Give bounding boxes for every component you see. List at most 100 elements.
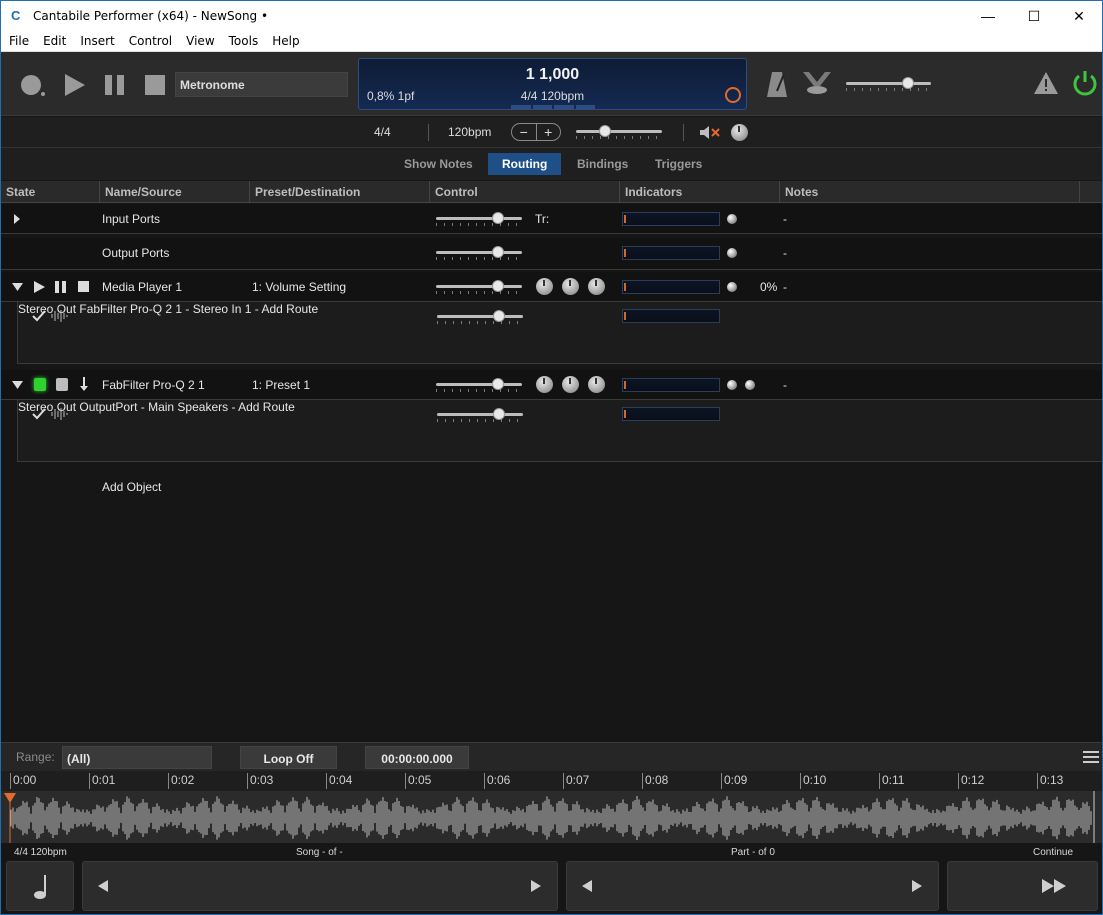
plugin-active-led[interactable] [34,378,46,391]
timeline-ruler[interactable]: 0:00 0:01 0:02 0:03 0:04 0:05 0:06 0:07 … [1,771,1102,791]
mp-pause-icon[interactable] [55,281,67,293]
menu-edit[interactable]: Edit [35,34,72,48]
playhead-marker[interactable] [4,793,16,803]
menu-insert[interactable]: Insert [72,34,120,48]
tempo-decrease-button[interactable]: − [512,124,537,140]
output-ports-notes[interactable]: - [783,246,787,260]
mp-knob-1[interactable] [536,278,553,295]
pause-icon[interactable] [102,72,128,98]
ff-stereo-out-dest[interactable]: OutputPort - Main Speakers [79,400,228,414]
column-name-source[interactable]: Name/Source [100,181,250,203]
mp-play-icon[interactable] [33,281,45,293]
fabfilter-preset[interactable]: 1: Preset 1 [252,378,310,392]
output-ports-gain-knob[interactable] [492,246,504,258]
tempo-slider[interactable] [576,125,662,139]
close-button[interactable]: ✕ [1056,1,1102,31]
mp-stereo-out-notes[interactable]: - [255,302,259,316]
tab-routing[interactable]: Routing [488,153,562,175]
waveform-view[interactable] [1,791,1102,843]
tab-show-notes[interactable]: Show Notes [390,153,487,175]
check-icon[interactable] [32,408,46,420]
power-icon[interactable] [1071,69,1099,97]
input-ports-row[interactable]: Input Ports Tr: - [1,204,1102,234]
media-player-row[interactable]: Media Player 1 1: Volume Setting 0% - [1,272,1102,302]
fabfilter-gain-slider[interactable] [436,378,522,392]
continue-button[interactable] [947,861,1098,911]
ff-knob-3[interactable] [588,376,605,393]
sync-icon[interactable] [725,87,741,103]
menu-file[interactable]: File [1,34,35,48]
ff-add-route[interactable]: Add Route [238,400,295,414]
stop-icon[interactable] [142,72,168,98]
tempo-slider-knob[interactable] [599,125,611,137]
media-player-gain-slider[interactable] [436,280,522,294]
media-player-name[interactable]: Media Player 1 [102,280,182,294]
menu-view[interactable]: View [178,34,220,48]
menu-tools[interactable]: Tools [221,34,265,48]
input-ports-gain-knob[interactable] [492,212,504,224]
note-button[interactable] [6,861,74,911]
mp-stereo-out-dest[interactable]: FabFilter Pro-Q 2 1 - Stereo In 1 [79,302,251,316]
column-preset-destination[interactable]: Preset/Destination [250,181,430,203]
menu-control[interactable]: Control [121,34,178,48]
master-volume-knob[interactable] [902,77,914,89]
media-player-preset[interactable]: 1: Volume Setting [252,280,346,294]
mp-stop-icon[interactable] [78,281,90,293]
mp-knob-2[interactable] [562,278,579,295]
input-ports-notes[interactable]: - [783,212,787,226]
mp-add-route[interactable]: Add Route [261,302,318,316]
column-state[interactable]: State [1,181,100,203]
column-control[interactable]: Control [430,181,620,203]
collapse-icon[interactable] [12,381,23,389]
time-display[interactable]: 00:00:00.000 [365,746,469,769]
input-ports-gain-slider[interactable] [436,212,522,226]
time-signature[interactable]: 4/4 [374,125,391,139]
plugin-bypass-icon[interactable] [56,378,68,391]
mp-route-gain-knob[interactable] [493,310,505,322]
spotlight-icon[interactable] [803,70,831,96]
mp-knob-3[interactable] [588,278,605,295]
tab-bindings[interactable]: Bindings [563,153,642,175]
next-song-icon[interactable] [531,880,541,892]
fabfilter-notes[interactable]: - [783,378,787,392]
ff-knob-1[interactable] [536,376,553,393]
fabfilter-row[interactable]: FabFilter Pro-Q 2 1 1: Preset 1 - [1,370,1102,400]
media-player-notes[interactable]: - [783,280,787,294]
mute-icon[interactable] [699,124,721,141]
tempo-stepper[interactable]: − + [511,123,561,141]
loop-button[interactable]: Loop Off [240,746,337,769]
output-ports-row[interactable]: Output Ports - [1,238,1102,270]
check-icon[interactable] [32,310,46,322]
minimize-button[interactable]: — [965,1,1011,31]
input-ports-transpose[interactable]: Tr: [535,212,549,226]
master-volume-slider[interactable] [846,77,931,91]
prev-part-icon[interactable] [582,880,592,892]
media-player-gain-knob[interactable] [492,280,504,292]
ff-route-gain-knob[interactable] [493,408,505,420]
metronome-icon[interactable] [766,69,788,99]
click-volume-knob[interactable] [731,124,748,141]
record-icon[interactable] [20,72,46,98]
warning-icon[interactable] [1033,71,1059,95]
ff-route-gain-slider[interactable] [437,408,523,422]
tempo-bpm[interactable]: 120bpm [448,125,491,139]
collapse-icon[interactable] [12,283,23,291]
play-icon[interactable] [62,72,88,98]
column-notes[interactable]: Notes [780,181,1080,203]
menu-help[interactable]: Help [264,34,305,48]
column-indicators[interactable]: Indicators [620,181,780,203]
ff-stereo-out-notes[interactable]: - [231,400,235,414]
fabfilter-name[interactable]: FabFilter Pro-Q 2 1 [102,378,205,392]
maximize-button[interactable]: ☐ [1011,1,1057,31]
tempo-increase-button[interactable]: + [537,124,561,140]
prev-song-icon[interactable] [98,880,108,892]
fabfilter-gain-knob[interactable] [492,378,504,390]
next-part-icon[interactable] [912,880,922,892]
metronome-field[interactable]: Metronome [175,72,348,97]
output-ports-gain-slider[interactable] [436,246,522,260]
add-object[interactable]: Add Object [102,480,161,494]
expand-icon[interactable] [13,214,21,224]
menu-icon[interactable] [1083,750,1099,764]
mp-route-gain-slider[interactable] [437,310,523,324]
ff-knob-2[interactable] [562,376,579,393]
